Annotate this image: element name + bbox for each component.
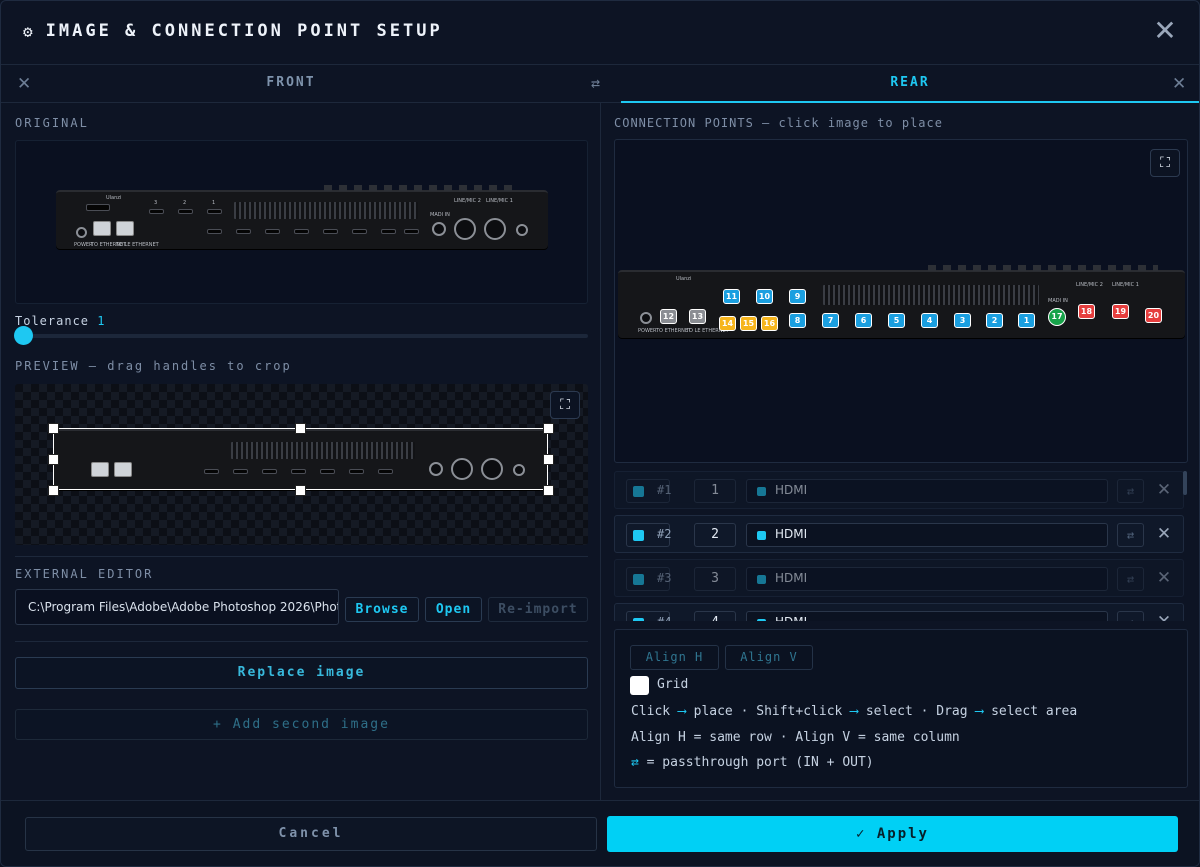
passthrough-icon: ⇄ (631, 755, 639, 770)
point-select-checkbox[interactable]: #4 (626, 611, 671, 621)
connection-point-canvas[interactable]: ⛶ Ulanzi POWER TO ETHERNET TO LE ETHERNE… (614, 139, 1188, 463)
point-row[interactable]: #1 1 HDMI ⇄ ✕ (614, 471, 1184, 509)
pin-15[interactable]: 15 (740, 316, 757, 331)
grid-label: Grid (657, 677, 689, 692)
swap-icon[interactable]: ⇄ (591, 65, 600, 103)
align-v-button[interactable]: Align V (725, 645, 813, 670)
modal-title: ⚙ IMAGE & CONNECTION POINT SETUP (23, 21, 443, 41)
point-select-checkbox[interactable]: #3 (626, 567, 671, 591)
tab-rear[interactable]: REAR (621, 65, 1199, 103)
help-line-2: Align H = same row · Align V = same colu… (631, 730, 960, 745)
preview-label: PREVIEW — drag handles to crop (15, 359, 292, 373)
device-rear-image: Ulanzi POWER TO ETHERNET TO LE ETHERNET … (56, 185, 548, 249)
cancel-button[interactable]: Cancel (25, 817, 597, 851)
point-type-select[interactable]: HDMI (746, 567, 1108, 591)
point-row[interactable]: #2 2 HDMI ⇄ ✕ (614, 515, 1184, 553)
arrow-right-icon: ⟶ (677, 704, 686, 719)
view-tabs: ✕ FRONT ⇄ REAR ✕ (1, 65, 1199, 103)
crop-handle-br[interactable] (543, 485, 554, 496)
arrow-right-icon: ⟶ (850, 704, 858, 719)
preview-fullscreen-icon[interactable]: ⛶ (550, 391, 580, 419)
placement-help-panel: Align H Align V Grid Click ⟶ place · Shi… (614, 629, 1188, 788)
point-number-input[interactable]: 3 (694, 567, 736, 591)
point-row[interactable]: #4 4 HDMI ⇄ ✕ (614, 603, 1184, 621)
browse-button[interactable]: Browse (345, 597, 419, 622)
pin-1[interactable]: 1 (1018, 313, 1035, 328)
external-editor-label: EXTERNAL EDITOR (15, 567, 154, 581)
remove-point-icon[interactable]: ✕ (1154, 566, 1174, 590)
passthrough-toggle-icon[interactable]: ⇄ (1117, 523, 1144, 547)
tolerance-label: Tolerance 1 (15, 314, 106, 328)
crop-handle-tr[interactable] (543, 423, 554, 434)
pin-16[interactable]: 16 (761, 316, 778, 331)
point-type-select[interactable]: HDMI (746, 611, 1108, 621)
crop-handle-bl[interactable] (48, 485, 59, 496)
help-line-3: ⇄ = passthrough port (IN + OUT) (631, 755, 874, 770)
passthrough-toggle-icon[interactable]: ⇄ (1117, 479, 1144, 503)
point-type-select[interactable]: HDMI (746, 523, 1108, 547)
point-number-input[interactable]: 4 (694, 611, 736, 621)
pin-5[interactable]: 5 (888, 313, 905, 328)
pin-8[interactable]: 8 (789, 313, 806, 328)
point-select-checkbox[interactable]: #1 (626, 479, 671, 503)
pin-17[interactable]: 17 (1048, 308, 1066, 326)
point-number-input[interactable]: 2 (694, 523, 736, 547)
point-list-scrollbar[interactable] (1183, 471, 1187, 495)
point-select-checkbox[interactable]: #2 (626, 523, 671, 547)
pin-6[interactable]: 6 (855, 313, 872, 328)
original-label: ORIGINAL (15, 116, 89, 130)
apply-button[interactable]: ✓ Apply (607, 816, 1178, 852)
crop-handle-t[interactable] (295, 423, 306, 434)
modal-header: ⚙ IMAGE & CONNECTION POINT SETUP ✕ (1, 1, 1199, 65)
pin-14[interactable]: 14 (719, 316, 736, 331)
pin-3[interactable]: 3 (954, 313, 971, 328)
panel-divider (600, 103, 601, 800)
align-h-button[interactable]: Align H (630, 645, 719, 670)
crop-handle-tl[interactable] (48, 423, 59, 434)
passthrough-toggle-icon[interactable]: ⇄ (1117, 611, 1144, 621)
pin-20[interactable]: 20 (1145, 308, 1162, 323)
pin-4[interactable]: 4 (921, 313, 938, 328)
pin-12[interactable]: 12 (660, 309, 677, 324)
pin-9[interactable]: 9 (789, 289, 806, 304)
tolerance-slider-track[interactable] (23, 334, 588, 338)
crop-handle-l[interactable] (48, 454, 59, 465)
pin-19[interactable]: 19 (1112, 304, 1129, 319)
point-number-input[interactable]: 1 (694, 479, 736, 503)
pin-18[interactable]: 18 (1078, 304, 1095, 319)
reimport-button[interactable]: Re-import (488, 597, 588, 622)
setup-modal: ⚙ IMAGE & CONNECTION POINT SETUP ✕ ✕ FRO… (0, 0, 1200, 867)
point-row[interactable]: #3 3 HDMI ⇄ ✕ (614, 559, 1184, 597)
remove-point-icon[interactable]: ✕ (1154, 610, 1174, 621)
crop-handle-b[interactable] (295, 485, 306, 496)
crop-handle-r[interactable] (543, 454, 554, 465)
canvas-fullscreen-icon[interactable]: ⛶ (1150, 149, 1180, 177)
passthrough-toggle-icon[interactable]: ⇄ (1117, 567, 1144, 591)
remove-point-icon[interactable]: ✕ (1154, 478, 1174, 502)
original-image: Ulanzi POWER TO ETHERNET TO LE ETHERNET … (15, 140, 588, 304)
pin-11[interactable]: 11 (723, 289, 740, 304)
replace-image-button[interactable]: Replace image (15, 657, 588, 689)
help-line-1: Click ⟶ place · Shift+click ⟶ select · D… (631, 704, 1078, 719)
pin-13[interactable]: 13 (689, 309, 706, 324)
tab-front[interactable]: FRONT (1, 65, 581, 103)
tab-rear-close-icon[interactable]: ✕ (1172, 65, 1186, 103)
grid-checkbox[interactable] (630, 676, 649, 695)
remove-point-icon[interactable]: ✕ (1154, 522, 1174, 546)
connection-point-list: #1 1 HDMI ⇄ ✕ #2 2 HDMI ⇄ ✕ #3 3 HDMI ⇄ … (614, 471, 1184, 621)
arrow-right-icon: ⟶ (975, 704, 984, 719)
pin-10[interactable]: 10 (756, 289, 773, 304)
crop-preview[interactable]: ⛶ (15, 384, 588, 545)
gear-icon: ⚙ (23, 21, 36, 41)
point-type-select[interactable]: HDMI (746, 479, 1108, 503)
editor-path-input[interactable]: C:\Program Files\Adobe\Adobe Photoshop 2… (15, 589, 339, 625)
connection-points-label: CONNECTION POINTS — click image to place (614, 116, 943, 130)
pin-2[interactable]: 2 (986, 313, 1003, 328)
pin-7[interactable]: 7 (822, 313, 839, 328)
open-button[interactable]: Open (425, 597, 482, 622)
close-icon[interactable]: ✕ (1151, 17, 1179, 45)
crop-rectangle[interactable] (53, 428, 548, 490)
add-second-image-button[interactable]: + Add second image (15, 709, 588, 740)
tolerance-slider-thumb[interactable] (14, 326, 33, 345)
